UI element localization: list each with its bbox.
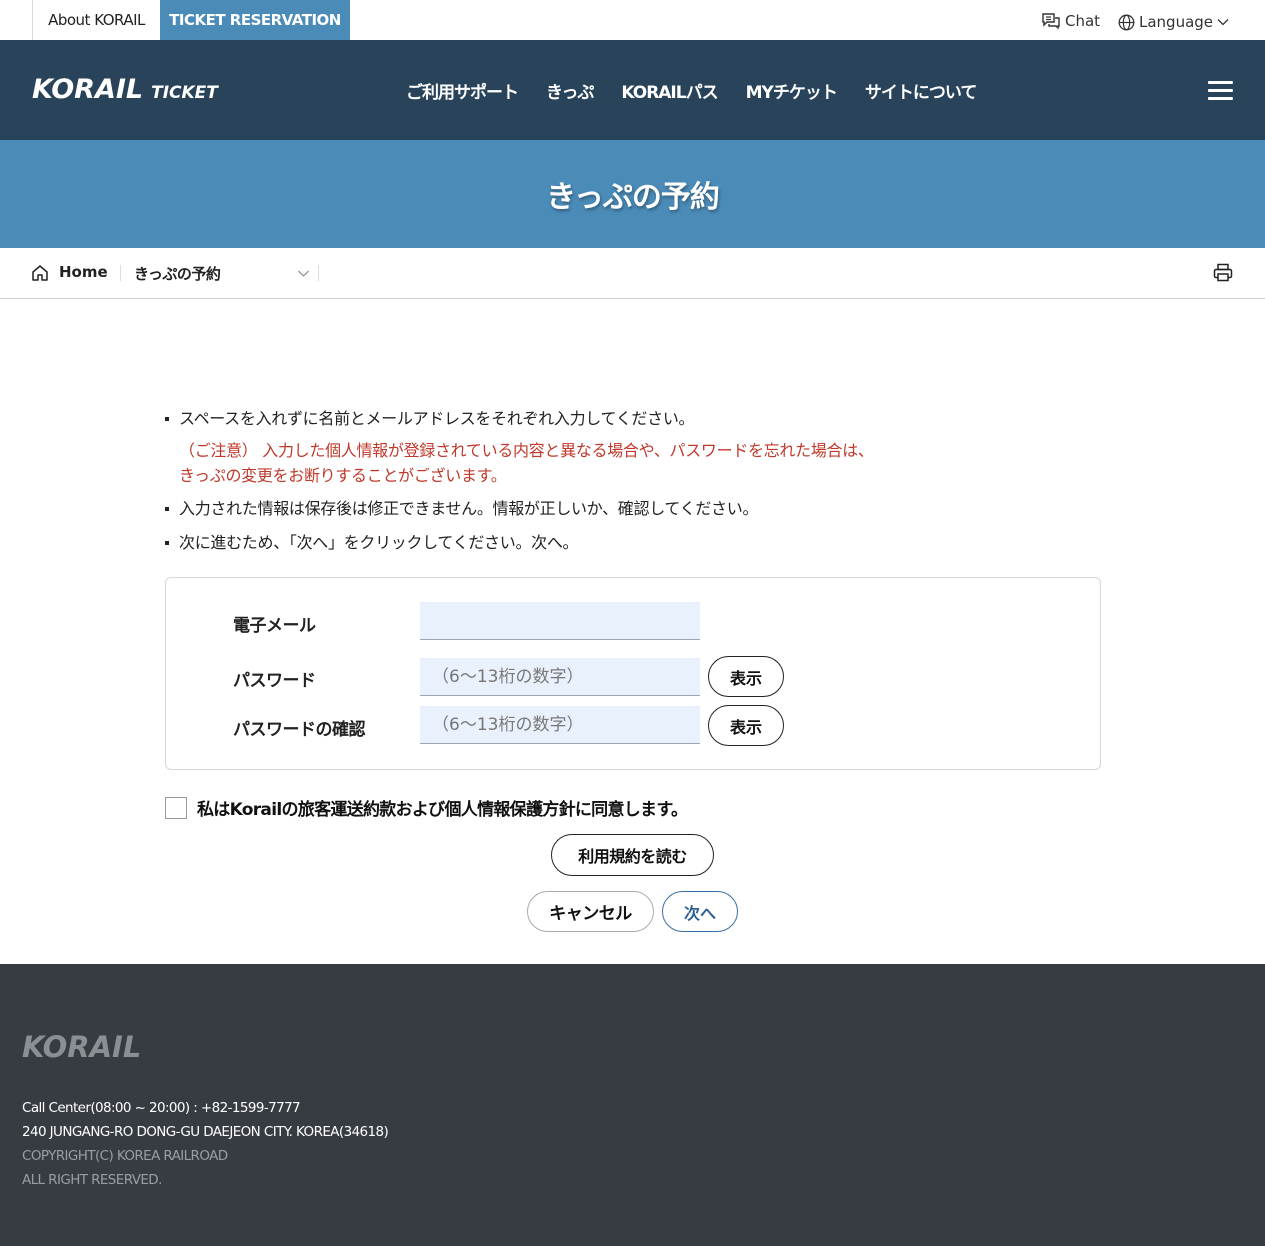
top-utility-bar: About KORAIL TICKET RESERVATION Chat Lan… bbox=[0, 0, 1265, 40]
email-label: 電子メール bbox=[233, 616, 316, 636]
breadcrumb-divider bbox=[120, 265, 121, 281]
caution-line: （ご注意） 入力した個人情報が登録されている内容と異なる場合や、パスワードを忘れ… bbox=[179, 441, 874, 460]
confirm-password-field[interactable] bbox=[420, 706, 700, 744]
footer-rights: ALL RIGHT RESERVED. bbox=[22, 1172, 162, 1188]
agreement-label[interactable]: 私はKorailの旅客運送約款および個人情報保護方針に同意します。 bbox=[197, 795, 688, 820]
footer-info: Call Center(08:00 ~ 20:00) : +82-1599-77… bbox=[22, 1096, 389, 1192]
footer-logo: KORAIL bbox=[22, 1030, 142, 1064]
show-confirm-password-button[interactable]: 表示 bbox=[708, 705, 784, 746]
tab-about-korail[interactable]: About KORAIL bbox=[32, 0, 160, 40]
globe-icon bbox=[1118, 14, 1135, 30]
menu-item-support[interactable]: ご利用サポート bbox=[392, 78, 532, 103]
registration-form: 電子メール パスワード 表示 パスワードの確認 表示 bbox=[165, 577, 1101, 770]
chat-label: Chat bbox=[1065, 12, 1101, 30]
language-label: Language bbox=[1139, 13, 1214, 31]
home-icon bbox=[32, 264, 48, 281]
breadcrumb: Home きっぷの予約 bbox=[0, 248, 1265, 299]
menu-item-about-site[interactable]: サイトについて bbox=[851, 78, 991, 103]
instruction-notes: スペースを入れずに名前とメールアドレスをそれぞれ入力してください。 （ご注意） … bbox=[164, 406, 1064, 556]
logo-text: KORAIL bbox=[32, 74, 144, 105]
menu-item-my-ticket[interactable]: MYチケット bbox=[732, 78, 851, 103]
confirm-password-label: パスワードの確認 bbox=[233, 720, 366, 740]
read-terms-button[interactable]: 利用規約を読む bbox=[551, 834, 714, 876]
print-icon[interactable] bbox=[1213, 263, 1233, 282]
caution-line: きっぷの変更をお断りすることがございます。 bbox=[179, 466, 507, 485]
chevron-down-icon bbox=[1217, 19, 1229, 26]
page-title: きっぷの予約 bbox=[546, 180, 720, 215]
email-field[interactable] bbox=[420, 602, 700, 640]
next-button[interactable]: 次へ bbox=[662, 891, 738, 932]
caution-text: （ご注意） 入力した個人情報が登録されている内容と異なる場合や、パスワードを忘れ… bbox=[164, 438, 1064, 488]
breadcrumb-current[interactable]: きっぷの予約 bbox=[134, 263, 221, 284]
agreement-checkbox[interactable] bbox=[165, 796, 187, 819]
note-item: スペースを入れずに名前とメールアドレスをそれぞれ入力してください。 bbox=[164, 406, 1064, 432]
logo-subtext: TICKET bbox=[151, 83, 218, 103]
page-banner: きっぷの予約 bbox=[0, 140, 1265, 248]
main-navigation: KORAIL TICKET ご利用サポート きっぷ KORAILパス MYチケッ… bbox=[0, 40, 1265, 140]
breadcrumb-chevron-down-icon[interactable] bbox=[297, 264, 310, 282]
note-item: 次に進むため、「次へ」をクリックしてください。次へ。 bbox=[164, 530, 1064, 556]
korail-ticket-logo[interactable]: KORAIL TICKET bbox=[32, 74, 218, 105]
show-password-button[interactable]: 表示 bbox=[708, 656, 784, 697]
breadcrumb-home-label: Home bbox=[59, 263, 108, 281]
password-field[interactable] bbox=[420, 658, 700, 696]
menu-item-tickets[interactable]: きっぷ bbox=[532, 78, 607, 103]
password-label: パスワード bbox=[233, 671, 316, 691]
chat-icon bbox=[1042, 13, 1060, 29]
tab-ticket-reservation[interactable]: TICKET RESERVATION bbox=[160, 0, 350, 40]
chat-link[interactable]: Chat bbox=[1042, 10, 1100, 32]
language-selector[interactable]: Language bbox=[1118, 11, 1229, 33]
footer: KORAIL Call Center(08:00 ~ 20:00) : +82-… bbox=[0, 964, 1265, 1246]
cancel-button[interactable]: キャンセル bbox=[527, 891, 654, 932]
footer-call-center: Call Center(08:00 ~ 20:00) : +82-1599-77… bbox=[22, 1100, 301, 1116]
agreement-row: 私はKorailの旅客運送約款および個人情報保護方針に同意します。 bbox=[165, 795, 688, 820]
footer-address: 240 JUNGANG-RO DONG-GU DAEJEON CITY. KOR… bbox=[22, 1124, 389, 1140]
main-menu: ご利用サポート きっぷ KORAILパス MYチケット サイトについて bbox=[392, 78, 990, 103]
breadcrumb-home[interactable]: Home bbox=[31, 263, 108, 281]
hamburger-menu-icon[interactable] bbox=[1208, 81, 1233, 100]
breadcrumb-divider bbox=[318, 265, 319, 281]
footer-copyright: COPYRIGHT(C) KOREA RAILROAD bbox=[22, 1148, 228, 1164]
menu-item-korail-pass[interactable]: KORAILパス bbox=[607, 78, 731, 103]
note-item: 入力された情報は保存後は修正できません。情報が正しいか、確認してください。 bbox=[164, 496, 1064, 522]
